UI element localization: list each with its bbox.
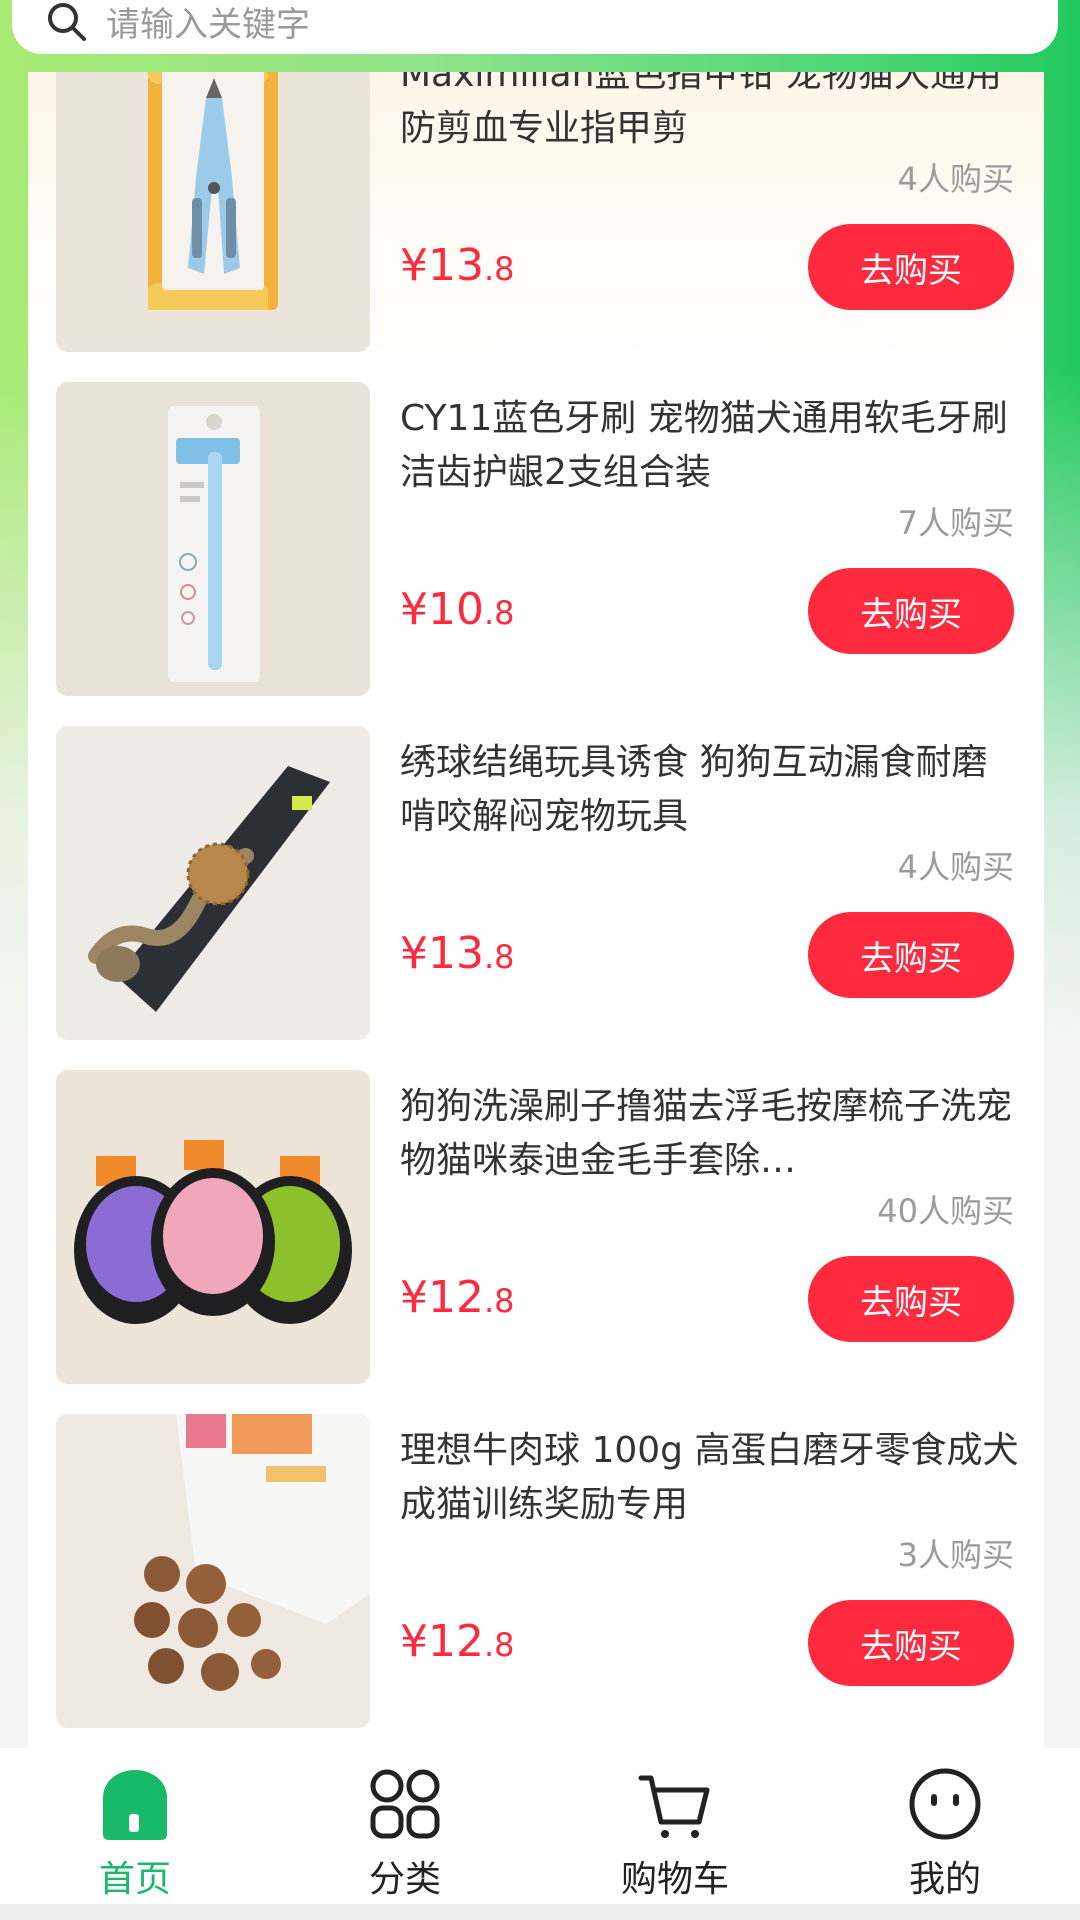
product-title[interactable]: CY11蓝色牙刷 宠物猫犬通用软毛牙刷洁齿护龈2支组合装: [400, 392, 1022, 500]
product-price: ¥12.8: [400, 1616, 515, 1667]
product-title[interactable]: 绣球结绳玩具诱食 狗狗互动漏食耐磨啃咬解闷宠物玩具: [400, 736, 1022, 844]
buyer-count: 4人购买: [897, 160, 1014, 198]
product-title[interactable]: Maximilian蓝色指甲钳 宠物猫犬通用防剪血专业指甲剪: [400, 72, 1022, 156]
tab-cart[interactable]: 购物车: [540, 1748, 810, 1920]
product-image-beef-balls[interactable]: [56, 1414, 370, 1728]
tabbar-bottom-edge: [0, 1904, 1080, 1920]
category-grid-icon: [370, 1769, 440, 1839]
product-list: Maximilian蓝色指甲钳 宠物猫犬通用防剪血专业指甲剪 4人购买 ¥13.…: [28, 72, 1044, 1748]
beef-balls-image: [56, 1414, 370, 1728]
product-image-nail-clipper[interactable]: [56, 72, 370, 352]
product-title[interactable]: 理想牛肉球 100g 高蛋白磨牙零食成犬成猫训练奖励专用: [400, 1424, 1022, 1532]
product-item[interactable]: Maximilian蓝色指甲钳 宠物猫犬通用防剪血专业指甲剪 4人购买 ¥13.…: [28, 72, 1044, 358]
buy-button[interactable]: 去购买: [808, 1600, 1014, 1686]
search-input[interactable]: 请输入关键字: [106, 0, 310, 46]
rope-toy-image: [56, 726, 370, 1040]
product-price: ¥12.8: [400, 1272, 515, 1323]
buyer-count: 40人购买: [877, 1192, 1014, 1230]
buy-button[interactable]: 去购买: [808, 912, 1014, 998]
buyer-count: 7人购买: [897, 504, 1014, 542]
product-image-grooming-gloves[interactable]: [56, 1070, 370, 1384]
tab-label: 购物车: [620, 1859, 729, 1900]
cart-icon: [638, 1775, 710, 1838]
buy-button[interactable]: 去购买: [808, 224, 1014, 310]
product-price: ¥10.8: [400, 584, 515, 635]
product-image-toothbrush[interactable]: [56, 382, 370, 696]
product-price: ¥13.8: [400, 240, 515, 291]
search-bar[interactable]: 请输入关键字: [12, 0, 1058, 54]
tab-label: 首页: [98, 1859, 171, 1900]
product-title[interactable]: 狗狗洗澡刷子撸猫去浮毛按摩梳子洗宠物猫咪泰迪金毛手套除…: [400, 1080, 1022, 1188]
product-image-rope-toy[interactable]: [56, 726, 370, 1040]
product-item[interactable]: 理想牛肉球 100g 高蛋白磨牙零食成犬成猫训练奖励专用 3人购买 ¥12.8 …: [28, 1414, 1044, 1734]
product-item[interactable]: 绣球结绳玩具诱食 狗狗互动漏食耐磨啃咬解闷宠物玩具 4人购买 ¥13.8 去购买: [28, 726, 1044, 1046]
grooming-gloves-image: [56, 1070, 370, 1384]
tab-profile[interactable]: 我的: [810, 1748, 1080, 1920]
product-item[interactable]: CY11蓝色牙刷 宠物猫犬通用软毛牙刷洁齿护龈2支组合装 7人购买 ¥10.8 …: [28, 382, 1044, 702]
buyer-count: 3人购买: [897, 1536, 1014, 1574]
tab-category[interactable]: 分类: [270, 1748, 540, 1920]
search-icon: [48, 3, 86, 41]
tab-home[interactable]: 首页: [0, 1748, 270, 1920]
toothbrush-image: [56, 382, 370, 696]
bottom-tab-bar: 首页 分类 购物车 我的: [0, 1748, 1080, 1920]
tab-label: 我的: [908, 1859, 981, 1900]
buy-button[interactable]: 去购买: [808, 1256, 1014, 1342]
buyer-count: 4人购买: [897, 848, 1014, 886]
product-price: ¥13.8: [400, 928, 515, 979]
nail-clipper-image: [56, 72, 370, 352]
home-icon: [103, 1770, 167, 1840]
profile-face-icon: [909, 1768, 981, 1840]
buy-button[interactable]: 去购买: [808, 568, 1014, 654]
tab-label: 分类: [368, 1859, 441, 1900]
app-screen: 请输入关键字 Maximilian蓝色指甲钳 宠物猫犬通用防剪血专业指甲剪 4人…: [0, 0, 1080, 1920]
product-item[interactable]: 狗狗洗澡刷子撸猫去浮毛按摩梳子洗宠物猫咪泰迪金毛手套除… 40人购买 ¥12.8…: [28, 1070, 1044, 1390]
